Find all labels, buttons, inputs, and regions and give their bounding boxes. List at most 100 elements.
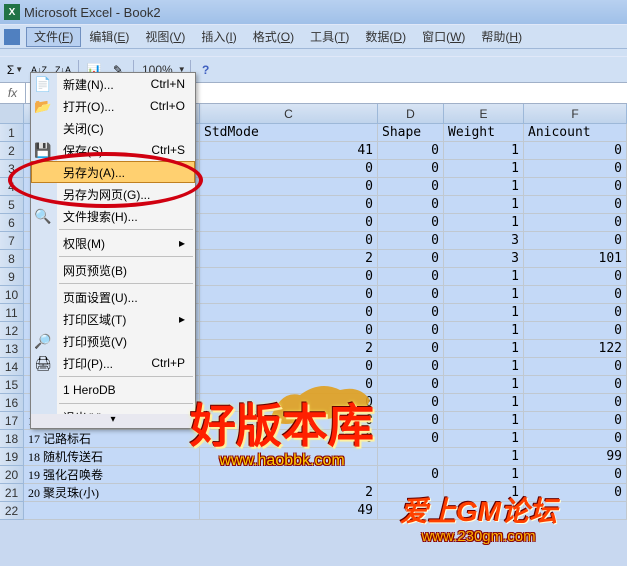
cell[interactable]: 0 bbox=[378, 250, 444, 268]
cell[interactable]: StdMode bbox=[200, 124, 378, 142]
cell[interactable] bbox=[378, 448, 444, 466]
cell[interactable]: Shape bbox=[378, 124, 444, 142]
menu-e[interactable]: 编辑(E) bbox=[81, 27, 137, 47]
row-header[interactable]: 19 bbox=[0, 448, 24, 466]
row-header[interactable]: 12 bbox=[0, 322, 24, 340]
cell[interactable]: 0 bbox=[378, 358, 444, 376]
cell[interactable]: 1 bbox=[444, 430, 524, 448]
cell[interactable]: 0 bbox=[524, 394, 627, 412]
cell[interactable]: 0 bbox=[378, 412, 444, 430]
menu-item-15[interactable]: 🖨打印(P)...Ctrl+P bbox=[31, 352, 195, 374]
menu-v[interactable]: 视图(V) bbox=[137, 27, 193, 47]
cell[interactable]: 0 bbox=[200, 232, 378, 250]
cell[interactable]: 2 bbox=[200, 250, 378, 268]
cell[interactable]: 0 bbox=[378, 286, 444, 304]
cell[interactable]: 0 bbox=[200, 304, 378, 322]
cell[interactable]: 1 bbox=[444, 304, 524, 322]
cell[interactable]: 0 bbox=[378, 142, 444, 160]
col-header-F[interactable]: F bbox=[524, 104, 627, 124]
menu-item-0[interactable]: 📄新建(N)...Ctrl+N bbox=[31, 73, 195, 95]
cell[interactable]: 3 bbox=[444, 232, 524, 250]
row-header[interactable]: 6 bbox=[0, 214, 24, 232]
row-header[interactable]: 9 bbox=[0, 268, 24, 286]
row-header-1[interactable]: 1 bbox=[0, 124, 24, 142]
cell[interactable]: 19 强化召唤卷 bbox=[24, 466, 200, 484]
cell[interactable]: 0 bbox=[378, 160, 444, 178]
menu-i[interactable]: 插入(I) bbox=[193, 27, 244, 47]
cell[interactable]: 1 bbox=[444, 286, 524, 304]
cell[interactable]: 99 bbox=[524, 448, 627, 466]
cell[interactable]: 0 bbox=[200, 160, 378, 178]
cell[interactable]: 122 bbox=[524, 340, 627, 358]
cell[interactable]: 0 bbox=[378, 304, 444, 322]
cell[interactable]: 18 随机传送石 bbox=[24, 448, 200, 466]
cell[interactable]: 1 bbox=[444, 196, 524, 214]
col-header-D[interactable]: D bbox=[378, 104, 444, 124]
cell[interactable]: 0 bbox=[378, 430, 444, 448]
cell[interactable]: 0 bbox=[524, 376, 627, 394]
row-header[interactable]: 3 bbox=[0, 160, 24, 178]
row-header[interactable]: 7 bbox=[0, 232, 24, 250]
cell[interactable]: 49 bbox=[200, 502, 378, 520]
menu-item-12[interactable]: 页面设置(U)... bbox=[31, 286, 195, 308]
cell[interactable]: 0 bbox=[378, 178, 444, 196]
menu-item-8[interactable]: 权限(M)▸ bbox=[31, 232, 195, 254]
cell[interactable]: 0 bbox=[200, 178, 378, 196]
row-header[interactable]: 13 bbox=[0, 340, 24, 358]
menu-item-4[interactable]: 另存为(A)... bbox=[31, 161, 195, 183]
row-header[interactable]: 10 bbox=[0, 286, 24, 304]
cell[interactable]: 0 bbox=[378, 466, 444, 484]
cell[interactable]: 0 bbox=[200, 214, 378, 232]
cell[interactable]: 1 bbox=[444, 142, 524, 160]
cell[interactable]: 0 bbox=[378, 232, 444, 250]
row-header[interactable]: 8 bbox=[0, 250, 24, 268]
cell[interactable]: Weight bbox=[444, 124, 524, 142]
cell[interactable]: 0 bbox=[524, 304, 627, 322]
menu-item-13[interactable]: 打印区域(T)▸ bbox=[31, 308, 195, 330]
fx-button[interactable]: fx bbox=[0, 83, 26, 103]
cell[interactable]: 1 bbox=[444, 340, 524, 358]
cell[interactable]: 0 bbox=[524, 178, 627, 196]
cell[interactable]: 0 bbox=[524, 358, 627, 376]
menu-item-6[interactable]: 🔍文件搜索(H)... bbox=[31, 205, 195, 227]
cell[interactable]: 0 bbox=[524, 322, 627, 340]
cell[interactable]: 2 bbox=[200, 484, 378, 502]
cell[interactable]: 17 记路标石 bbox=[24, 430, 200, 448]
cell[interactable]: 0 bbox=[378, 394, 444, 412]
row-header[interactable]: 5 bbox=[0, 196, 24, 214]
cell[interactable]: 1 bbox=[444, 448, 524, 466]
menu-expand-icon[interactable]: ▾ bbox=[31, 414, 195, 428]
cell[interactable] bbox=[24, 502, 200, 520]
cell[interactable]: 0 bbox=[378, 376, 444, 394]
row-header[interactable]: 4 bbox=[0, 178, 24, 196]
cell[interactable]: 1 bbox=[444, 322, 524, 340]
cell[interactable]: 0 bbox=[378, 196, 444, 214]
cell[interactable]: 0 bbox=[200, 268, 378, 286]
cell[interactable]: 3 bbox=[444, 250, 524, 268]
menu-item-1[interactable]: 📂打开(O)...Ctrl+O bbox=[31, 95, 195, 117]
menu-f[interactable]: 文件(F) bbox=[26, 27, 81, 47]
help-button[interactable]: ? bbox=[195, 59, 217, 81]
row-header[interactable]: 21 bbox=[0, 484, 24, 502]
cell[interactable]: 0 bbox=[524, 286, 627, 304]
cell[interactable]: 0 bbox=[524, 214, 627, 232]
menu-item-10[interactable]: 网页预览(B) bbox=[31, 259, 195, 281]
cell[interactable]: 0 bbox=[524, 268, 627, 286]
menu-o[interactable]: 格式(O) bbox=[245, 27, 302, 47]
row-header[interactable]: 18 bbox=[0, 430, 24, 448]
cell[interactable]: 0 bbox=[524, 232, 627, 250]
row-header[interactable]: 15 bbox=[0, 376, 24, 394]
cell[interactable]: 1 bbox=[444, 394, 524, 412]
col-header-E[interactable]: E bbox=[444, 104, 524, 124]
cell[interactable]: 1 bbox=[444, 160, 524, 178]
cell[interactable]: 0 bbox=[200, 196, 378, 214]
cell[interactable]: 0 bbox=[524, 142, 627, 160]
menu-d[interactable]: 数据(D) bbox=[357, 27, 414, 47]
cell[interactable]: 2 bbox=[200, 340, 378, 358]
menu-item-14[interactable]: 🔎打印预览(V) bbox=[31, 330, 195, 352]
cell[interactable]: 0 bbox=[378, 214, 444, 232]
row-header[interactable]: 17 bbox=[0, 412, 24, 430]
cell[interactable]: 0 bbox=[524, 196, 627, 214]
col-header-C[interactable]: C bbox=[200, 104, 378, 124]
menu-item-17[interactable]: 1 HeroDB bbox=[31, 379, 195, 401]
